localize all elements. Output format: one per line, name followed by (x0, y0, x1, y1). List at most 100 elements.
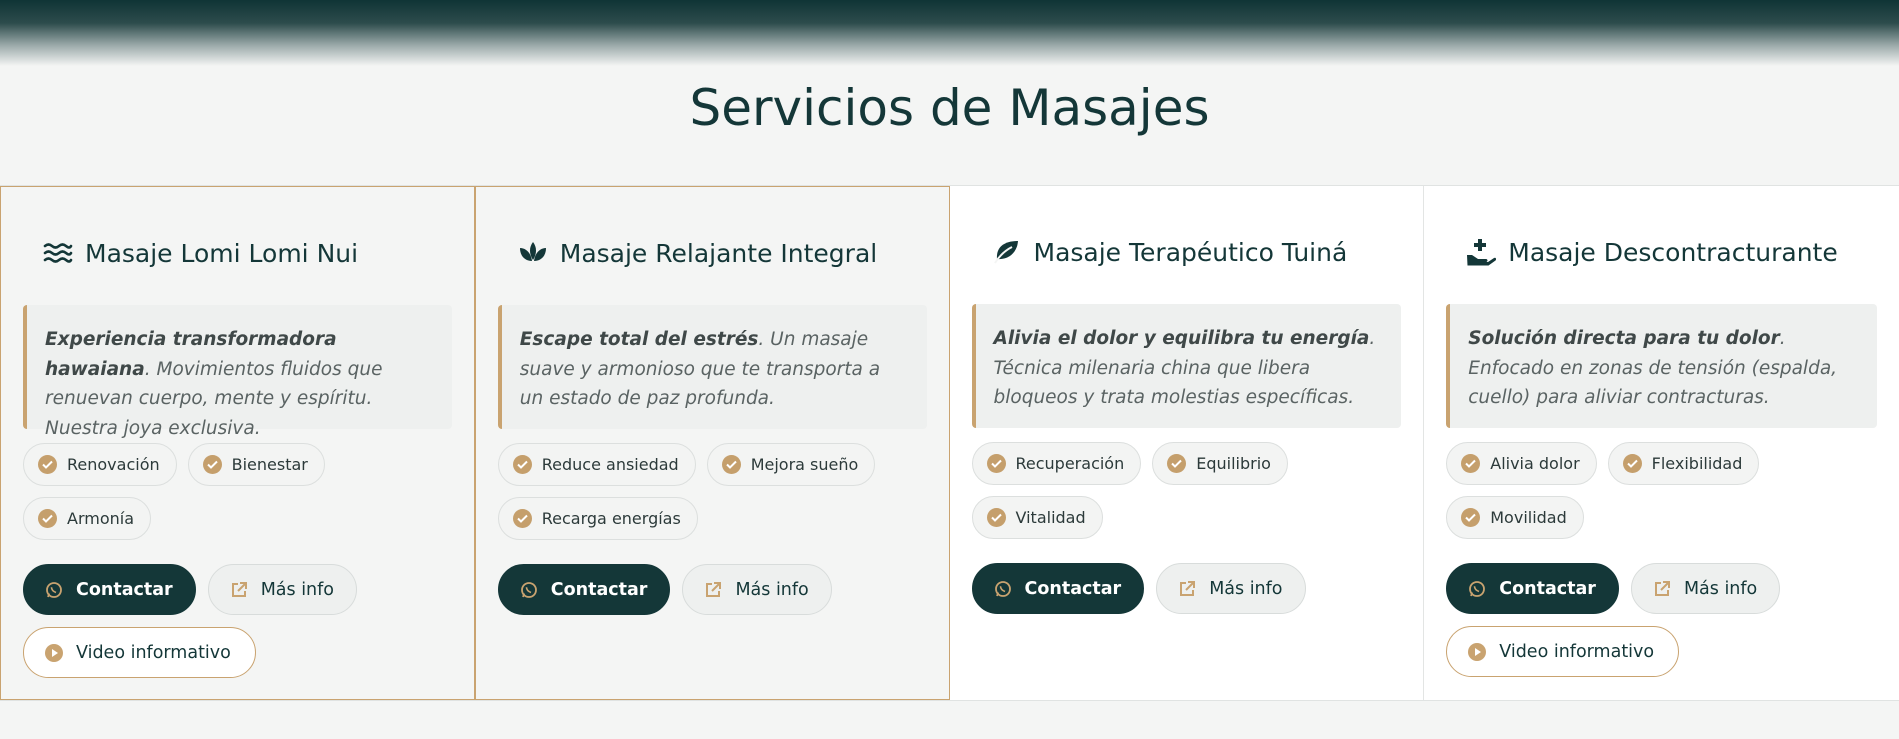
benefit-tag-label: Recarga energías (541, 509, 681, 528)
benefit-tags: Renovación Bienestar Armonía (23, 443, 452, 540)
description-lead: Solución directa para tu dolor (1468, 328, 1780, 349)
more-info-label: Más info (260, 579, 335, 600)
service-card-lomi-lomi: Masaje Lomi Lomi Nui Experiencia transfo… (0, 186, 475, 700)
benefit-tag: Movilidad (1446, 496, 1584, 539)
video-info-label: Video informativo (1499, 641, 1655, 662)
benefit-tag: Armonía (23, 497, 152, 540)
card-actions: Contactar Más info Video informativo (1446, 563, 1877, 677)
external-link-icon (1177, 579, 1197, 599)
benefit-tag-label: Movilidad (1490, 508, 1567, 527)
play-circle-icon (44, 643, 64, 663)
check-icon (986, 508, 1006, 527)
services-grid: Masaje Lomi Lomi Nui Experiencia transfo… (0, 185, 1899, 701)
card-actions: Contactar Más info (971, 563, 1402, 614)
benefit-tag-label: Bienestar (231, 455, 308, 474)
whatsapp-icon (1467, 579, 1487, 599)
check-icon (1461, 508, 1481, 527)
benefit-tag: Reduce ansiedad (497, 443, 696, 486)
benefit-tag-label: Flexibilidad (1651, 454, 1743, 473)
description-lead: Escape total del estrés (519, 329, 759, 350)
card-title: Masaje Terapéutico Tuiná (1033, 237, 1348, 267)
card-title: Masaje Descontracturante (1508, 237, 1838, 267)
benefit-tag: Alivia dolor (1446, 442, 1597, 485)
whatsapp-icon (519, 580, 539, 600)
card-description: Solución directa para tu dolor. Enfocado… (1446, 304, 1877, 428)
benefit-tag-label: Armonía (67, 509, 135, 528)
check-icon (512, 509, 532, 528)
contact-button-label: Contactar (550, 579, 648, 600)
check-icon (512, 455, 532, 474)
more-info-button[interactable]: Más info (1156, 563, 1306, 614)
waves-icon (43, 238, 73, 268)
external-link-icon (703, 580, 723, 600)
more-info-button[interactable]: Más info (682, 564, 832, 615)
benefit-tag-label: Equilibrio (1196, 454, 1271, 473)
benefit-tag: Renovación (23, 443, 177, 486)
description-lead: Alivia el dolor y equilibra tu energía (993, 328, 1370, 349)
service-card-tuina: Masaje Terapéutico Tuiná Alivia el dolor… (949, 186, 1425, 700)
benefit-tag: Recarga energías (497, 497, 698, 540)
check-icon (38, 455, 57, 474)
card-description: Experiencia transformadora hawaiana. Mov… (23, 305, 452, 439)
video-info-button[interactable]: Video informativo (1446, 626, 1680, 677)
contact-button[interactable]: Contactar (1446, 563, 1619, 614)
contact-button[interactable]: Contactar (23, 564, 196, 615)
whatsapp-icon (993, 579, 1013, 599)
benefit-tag: Equilibrio (1152, 442, 1288, 485)
benefit-tag: Vitalidad (971, 496, 1103, 539)
card-description: Escape total del estrés. Un masaje suave… (497, 305, 927, 429)
check-icon (1622, 454, 1642, 473)
benefit-tags: Recuperación Equilibrio Vitalidad (971, 442, 1402, 539)
card-actions: Contactar Más info (497, 564, 927, 615)
more-info-label: Más info (1209, 578, 1283, 599)
check-icon (38, 509, 57, 528)
check-icon (1461, 454, 1481, 473)
check-icon (202, 455, 222, 474)
check-icon (721, 455, 741, 474)
benefit-tag-label: Vitalidad (1015, 508, 1086, 527)
card-description: Alivia el dolor y equilibra tu energía. … (971, 304, 1402, 428)
card-header: Masaje Relajante Integral (498, 221, 927, 285)
card-header: Masaje Lomi Lomi Nui (23, 221, 452, 285)
benefit-tags: Alivia dolor Flexibilidad Movilidad (1446, 442, 1877, 539)
more-info-button[interactable]: Más info (1630, 563, 1781, 614)
contact-button[interactable]: Contactar (971, 563, 1145, 614)
video-info-button[interactable]: Video informativo (23, 627, 256, 678)
card-title: Masaje Relajante Integral (559, 238, 878, 268)
more-info-label: Más info (735, 579, 809, 600)
benefit-tag-label: Reduce ansiedad (541, 455, 679, 474)
lotus-icon (518, 238, 548, 268)
check-icon (1167, 454, 1187, 473)
contact-button[interactable]: Contactar (497, 564, 671, 615)
video-info-label: Video informativo (76, 642, 231, 663)
card-actions: Contactar Más info Video informativo (23, 564, 452, 678)
more-info-label: Más info (1683, 578, 1758, 599)
external-link-icon (1652, 579, 1672, 599)
footer-strip (0, 702, 1899, 739)
benefit-tag-label: Alivia dolor (1490, 454, 1580, 473)
top-gradient-band (0, 0, 1899, 66)
benefit-tag-label: Mejora sueño (750, 455, 859, 474)
play-circle-icon (1467, 642, 1487, 662)
contact-button-label: Contactar (1499, 578, 1596, 599)
contact-button-label: Contactar (1024, 578, 1122, 599)
contact-button-label: Contactar (76, 579, 173, 600)
service-card-descontracturante: Masaje Descontracturante Solución direct… (1424, 186, 1899, 700)
benefit-tags: Reduce ansiedad Mejora sueño Recarga ene… (497, 443, 927, 540)
check-icon (986, 454, 1006, 473)
whatsapp-icon (44, 580, 64, 600)
card-header: Masaje Terapéutico Tuiná (972, 220, 1402, 284)
service-card-relajante: Masaje Relajante Integral Escape total d… (474, 186, 950, 700)
benefit-tag-label: Renovación (67, 455, 160, 474)
benefit-tag: Bienestar (187, 443, 325, 486)
more-info-button[interactable]: Más info (207, 564, 358, 615)
section-title: Servicios de Masajes (689, 79, 1210, 137)
benefit-tag: Flexibilidad (1607, 442, 1760, 485)
card-title: Masaje Lomi Lomi Nui (85, 238, 359, 268)
hand-medical-icon (1466, 237, 1497, 267)
external-link-icon (229, 580, 249, 600)
benefit-tag: Recuperación (971, 442, 1142, 485)
benefit-tag: Mejora sueño (706, 443, 876, 486)
leaf-icon (992, 237, 1022, 267)
benefit-tag-label: Recuperación (1015, 454, 1125, 473)
